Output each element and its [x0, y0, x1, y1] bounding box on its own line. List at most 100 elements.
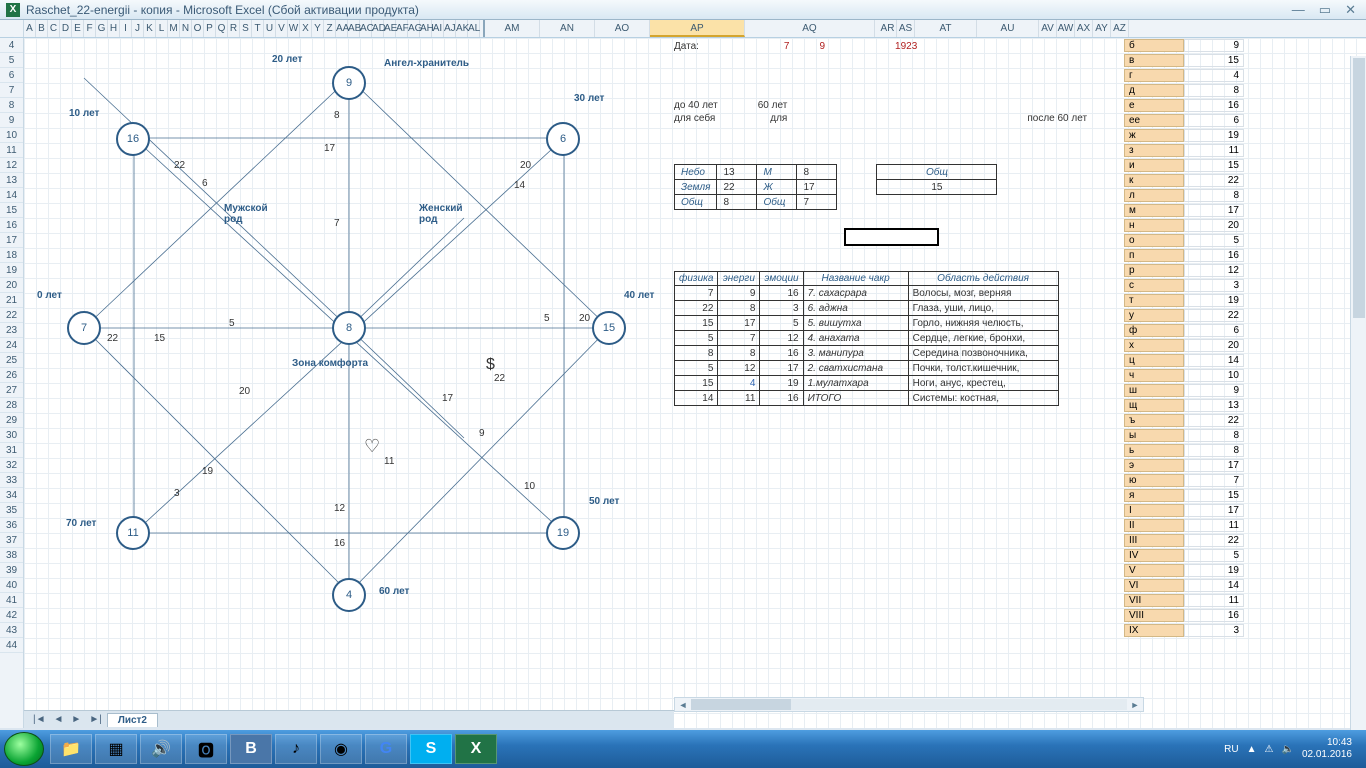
col-header[interactable]: P [204, 20, 216, 37]
row-header[interactable]: 4 [0, 38, 23, 53]
taskbar-opera[interactable]: 🅾 [185, 734, 227, 764]
taskbar-google[interactable]: G [365, 734, 407, 764]
row-header[interactable]: 19 [0, 263, 23, 278]
col-header[interactable]: AI [432, 20, 444, 37]
row-header[interactable]: 38 [0, 548, 23, 563]
col-header[interactable]: AY [1093, 20, 1111, 37]
tray-network-icon[interactable]: ⚠ [1265, 744, 1274, 755]
col-header[interactable]: AN [540, 20, 595, 37]
col-header[interactable]: K [144, 20, 156, 37]
restore-button[interactable]: ▭ [1319, 2, 1331, 18]
col-header[interactable]: AS [897, 20, 915, 37]
scroll-thumb[interactable] [691, 699, 791, 710]
col-header[interactable]: L [156, 20, 168, 37]
row-header[interactable]: 25 [0, 353, 23, 368]
col-header[interactable]: S [240, 20, 252, 37]
col-header[interactable]: O [192, 20, 204, 37]
col-header[interactable]: H [108, 20, 120, 37]
row-header[interactable]: 41 [0, 593, 23, 608]
cell-grid[interactable]: 9 6 15 19 4 11 7 16 8 Ангел-хранитель Зо… [24, 38, 1366, 728]
col-header[interactable]: E [72, 20, 84, 37]
col-header[interactable]: N [180, 20, 192, 37]
col-header[interactable]: AD [372, 20, 384, 37]
col-header[interactable]: V [276, 20, 288, 37]
col-header[interactable]: I [120, 20, 132, 37]
col-header[interactable]: X [300, 20, 312, 37]
col-header[interactable]: R [228, 20, 240, 37]
col-header[interactable]: AF [396, 20, 408, 37]
col-header[interactable]: Z [324, 20, 336, 37]
col-header[interactable]: AA [336, 20, 348, 37]
row-header[interactable]: 12 [0, 158, 23, 173]
row-header[interactable]: 8 [0, 98, 23, 113]
col-header[interactable]: AO [595, 20, 650, 37]
tab-nav-last[interactable]: ►| [86, 714, 105, 725]
row-header[interactable]: 31 [0, 443, 23, 458]
col-header[interactable]: AR [879, 20, 897, 37]
col-header[interactable]: Y [312, 20, 324, 37]
row-header[interactable]: 35 [0, 503, 23, 518]
tray-volume-icon[interactable]: 🔈 [1281, 744, 1293, 755]
row-header[interactable]: 40 [0, 578, 23, 593]
col-header[interactable]: G [96, 20, 108, 37]
scroll-left-icon[interactable]: ◄ [675, 700, 691, 710]
scroll-right-icon[interactable]: ► [1127, 700, 1143, 710]
row-header[interactable]: 21 [0, 293, 23, 308]
row-header[interactable]: 33 [0, 473, 23, 488]
col-header[interactable]: F [84, 20, 96, 37]
row-header[interactable]: 17 [0, 233, 23, 248]
row-header[interactable]: 44 [0, 638, 23, 653]
tab-nav-prev[interactable]: ◄ [51, 714, 67, 725]
col-header[interactable]: AQ [745, 20, 875, 37]
row-header[interactable]: 24 [0, 338, 23, 353]
col-header[interactable]: C [48, 20, 60, 37]
row-header[interactable]: 14 [0, 188, 23, 203]
col-header[interactable]: AG [408, 20, 420, 37]
col-header[interactable]: AU [977, 20, 1039, 37]
col-header[interactable]: T [252, 20, 264, 37]
row-header[interactable]: 22 [0, 308, 23, 323]
row-header[interactable]: 23 [0, 323, 23, 338]
row-header[interactable]: 7 [0, 83, 23, 98]
start-button[interactable] [4, 732, 44, 766]
tray-flag-icon[interactable]: ▲ [1247, 744, 1257, 755]
tray-lang[interactable]: RU [1224, 744, 1238, 755]
selected-cell[interactable] [844, 228, 939, 246]
taskbar-explorer[interactable]: 📁 [50, 734, 92, 764]
tab-nav-first[interactable]: |◄ [30, 714, 49, 725]
row-header[interactable]: 9 [0, 113, 23, 128]
vertical-scrollbar[interactable] [1350, 56, 1366, 746]
close-button[interactable]: ✕ [1345, 2, 1356, 18]
row-header[interactable]: 29 [0, 413, 23, 428]
col-header[interactable]: AZ [1111, 20, 1129, 37]
col-header[interactable]: AW [1057, 20, 1075, 37]
col-header[interactable]: AT [915, 20, 977, 37]
row-header[interactable]: 10 [0, 128, 23, 143]
row-header[interactable]: 27 [0, 383, 23, 398]
col-header[interactable]: AV [1039, 20, 1057, 37]
col-header[interactable]: AX [1075, 20, 1093, 37]
row-header[interactable]: 43 [0, 623, 23, 638]
taskbar-music[interactable]: ♪ [275, 734, 317, 764]
row-header[interactable]: 13 [0, 173, 23, 188]
row-header[interactable]: 28 [0, 398, 23, 413]
taskbar-excel[interactable]: X [455, 734, 497, 764]
col-header[interactable]: AB [348, 20, 360, 37]
col-header[interactable]: W [288, 20, 300, 37]
row-header[interactable]: 26 [0, 368, 23, 383]
row-header[interactable]: 16 [0, 218, 23, 233]
col-header[interactable]: AM [485, 20, 540, 37]
row-header[interactable]: 34 [0, 488, 23, 503]
tray-clock[interactable]: 10:4302.01.2016 [1302, 737, 1352, 761]
col-header[interactable]: AL [468, 20, 480, 37]
row-header[interactable]: 5 [0, 53, 23, 68]
col-header[interactable]: B [36, 20, 48, 37]
row-header[interactable]: 11 [0, 143, 23, 158]
col-header[interactable]: AC [360, 20, 372, 37]
taskbar-chrome[interactable]: ◉ [320, 734, 362, 764]
sheet-tab[interactable]: Лист2 [107, 713, 158, 727]
row-header[interactable]: 18 [0, 248, 23, 263]
col-header[interactable]: J [132, 20, 144, 37]
row-header[interactable]: 32 [0, 458, 23, 473]
col-header[interactable]: M [168, 20, 180, 37]
